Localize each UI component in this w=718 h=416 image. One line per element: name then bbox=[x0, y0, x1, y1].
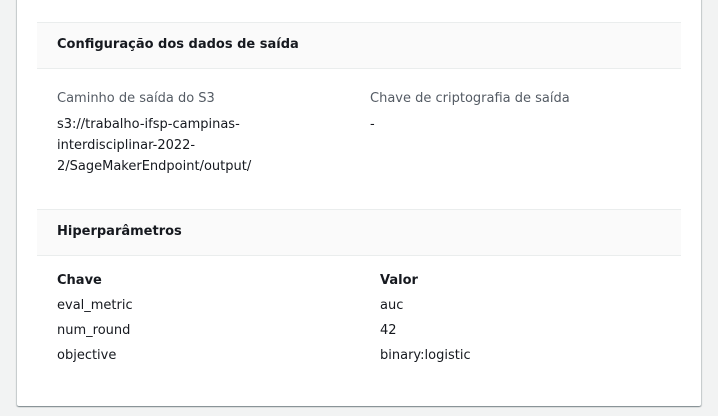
s3-output-path-line: 2/SageMakerEndpoint/output/ bbox=[57, 159, 252, 174]
hyperparameter-value: binary:logistic bbox=[380, 348, 471, 363]
column-header-key: Chave bbox=[57, 273, 102, 288]
column-header-value: Valor bbox=[380, 273, 418, 288]
s3-output-path-value: s3://trabalho-ifsp-campinas- interdiscip… bbox=[57, 114, 287, 177]
output-config-card: Configuração dos dados de saída Caminho … bbox=[17, 0, 701, 406]
hyperparameter-value: auc bbox=[380, 298, 404, 313]
output-config-title: Configuração dos dados de saída bbox=[57, 37, 299, 52]
output-config-header: Configuração dos dados de saída bbox=[37, 22, 681, 69]
encryption-key-label: Chave de criptografia de saída bbox=[370, 91, 570, 106]
hyperparameter-key: objective bbox=[57, 348, 117, 363]
hyperparameter-value: 42 bbox=[380, 323, 397, 338]
s3-output-path-label: Caminho de saída do S3 bbox=[57, 91, 215, 106]
s3-output-path-line: interdisciplinar-2022- bbox=[57, 138, 196, 153]
encryption-key-value: - bbox=[370, 117, 375, 132]
hyperparameter-key: num_round bbox=[57, 323, 131, 338]
s3-output-path-line: s3://trabalho-ifsp-campinas- bbox=[57, 117, 240, 132]
hyperparameters-title: Hiperparâmetros bbox=[57, 224, 182, 239]
hyperparameters-header: Hiperparâmetros bbox=[37, 209, 681, 256]
hyperparameter-key: eval_metric bbox=[57, 298, 133, 313]
